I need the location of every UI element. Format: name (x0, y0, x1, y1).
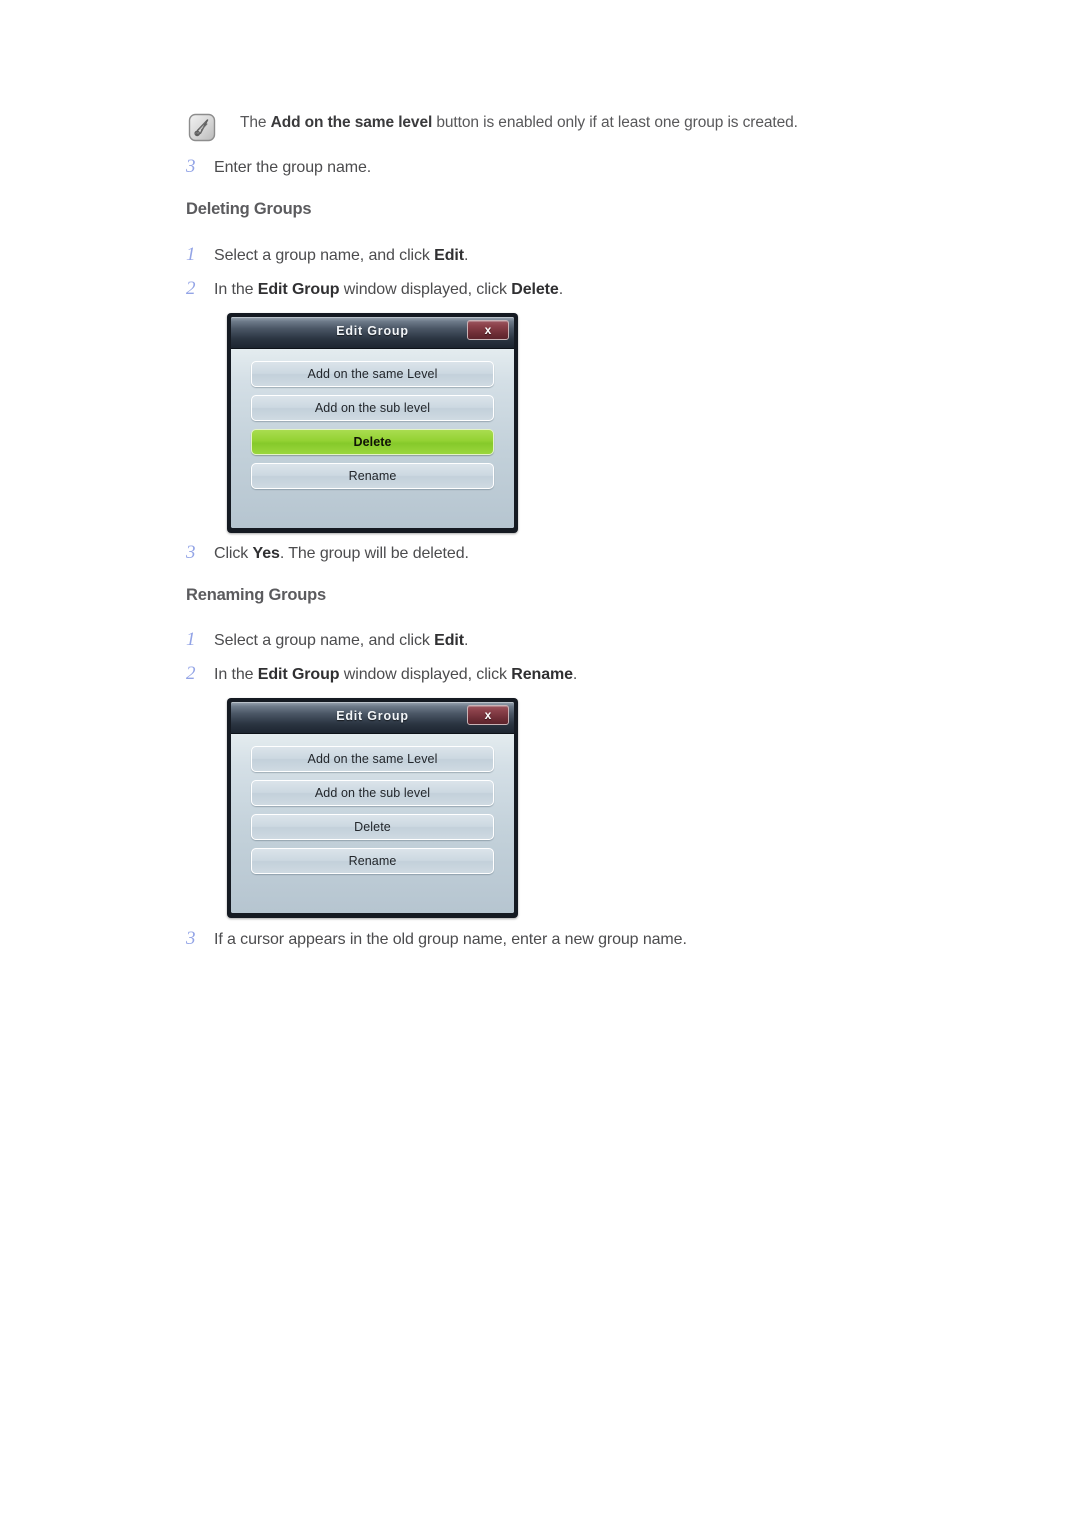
edit-group-dialog-rename[interactable]: Edit Group x Add on the same Level Add o… (227, 698, 518, 918)
add-on-same-level-button[interactable]: Add on the same Level (251, 361, 494, 387)
note-text: The Add on the same level button is enab… (240, 112, 798, 134)
step-text: In the Edit Group window displayed, clic… (214, 278, 563, 302)
dialog-inner: Edit Group x Add on the same Level Add o… (231, 702, 514, 913)
step-text-before: Enter the group name. (214, 159, 372, 176)
step-creating-3: 3 Enter the group name. (186, 155, 371, 180)
step-number: 2 (186, 663, 196, 684)
step-deleting-1: 1 Select a group name, and click Edit. (186, 243, 468, 268)
step-text-before: In the (214, 666, 258, 683)
dialog-titlebar: Edit Group x (231, 702, 514, 734)
heading-renaming-groups: Renaming Groups (186, 586, 327, 604)
step-number: 3 (186, 542, 196, 563)
step-text-before: If a cursor appears in the old group nam… (214, 931, 687, 948)
delete-button[interactable]: Delete (251, 429, 494, 455)
step-text-after: . The group will be deleted. (279, 545, 469, 562)
step-number: 3 (186, 928, 196, 949)
note-text-after: button is enabled only if at least one g… (432, 114, 798, 131)
delete-button[interactable]: Delete (251, 814, 494, 840)
note-callout: The Add on the same level button is enab… (186, 112, 946, 143)
step-text: Select a group name, and click Edit. (214, 244, 468, 268)
add-on-sub-level-button[interactable]: Add on the sub level (251, 395, 494, 421)
step-text: Click Yes. The group will be deleted. (214, 542, 469, 566)
heading-deleting-groups: Deleting Groups (186, 200, 312, 218)
step-text-after: . (558, 281, 564, 298)
note-text-before: The (240, 114, 271, 131)
step-text-bold-2: Delete (511, 281, 559, 298)
rename-button[interactable]: Rename (251, 463, 494, 489)
step-number: 2 (186, 278, 196, 299)
step-text: Select a group name, and click Edit. (214, 629, 468, 653)
step-text-before: In the (214, 281, 258, 298)
note-pen-icon (186, 113, 218, 143)
step-text-bold: Edit Group (257, 666, 340, 683)
dialog-body: Add on the same Level Add on the sub lev… (231, 349, 514, 528)
step-text-after: . (463, 247, 469, 264)
step-number: 1 (186, 244, 196, 265)
step-text-before: Select a group name, and click (214, 632, 435, 649)
add-on-sub-level-button[interactable]: Add on the sub level (251, 780, 494, 806)
step-renaming-1: 1 Select a group name, and click Edit. (186, 628, 468, 653)
step-number: 3 (186, 156, 196, 177)
document-page: The Add on the same level button is enab… (0, 0, 1080, 1527)
step-renaming-3: 3 If a cursor appears in the old group n… (186, 927, 687, 952)
step-text-bold: Edit Group (257, 281, 340, 298)
step-text: Enter the group name. (214, 156, 371, 180)
dialog-body: Add on the same Level Add on the sub lev… (231, 734, 514, 913)
step-text-bold: Edit (434, 632, 464, 649)
edit-group-dialog-delete[interactable]: Edit Group x Add on the same Level Add o… (227, 313, 518, 533)
close-icon[interactable]: x (467, 320, 509, 340)
step-text-after: . (572, 666, 578, 683)
note-text-bold: Add on the same level (270, 114, 433, 131)
step-text-middle: window displayed, click (339, 281, 512, 298)
step-text-before: Select a group name, and click (214, 247, 435, 264)
dialog-inner: Edit Group x Add on the same Level Add o… (231, 317, 514, 528)
close-icon[interactable]: x (467, 705, 509, 725)
step-text-after: . (463, 632, 469, 649)
add-on-same-level-button[interactable]: Add on the same Level (251, 746, 494, 772)
dialog-titlebar: Edit Group x (231, 317, 514, 349)
step-renaming-2: 2 In the Edit Group window displayed, cl… (186, 662, 577, 687)
step-text-bold: Edit (434, 247, 464, 264)
step-text-bold: Yes (252, 545, 280, 562)
step-text-before: Click (214, 545, 253, 562)
step-deleting-2: 2 In the Edit Group window displayed, cl… (186, 277, 563, 302)
step-deleting-3: 3 Click Yes. The group will be deleted. (186, 541, 469, 566)
step-text-middle: window displayed, click (339, 666, 512, 683)
step-text-bold-2: Rename (511, 666, 573, 683)
rename-button[interactable]: Rename (251, 848, 494, 874)
step-number: 1 (186, 629, 196, 650)
step-text: If a cursor appears in the old group nam… (214, 928, 687, 952)
step-text: In the Edit Group window displayed, clic… (214, 663, 577, 687)
